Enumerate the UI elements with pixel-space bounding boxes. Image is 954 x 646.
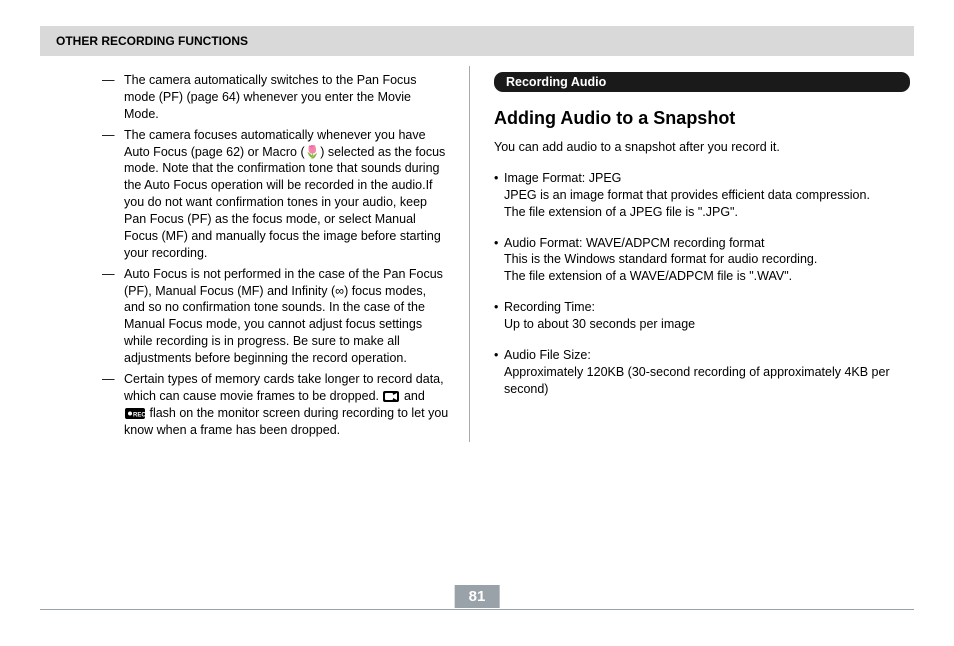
spec-line: Up to about 30 seconds per image bbox=[504, 317, 695, 331]
dash-bullet: — bbox=[102, 72, 124, 123]
manual-page: OTHER RECORDING FUNCTIONS — The camera a… bbox=[0, 0, 954, 646]
spec-line: This is the Windows standard format for … bbox=[504, 252, 817, 266]
subsection-heading: Adding Audio to a Snapshot bbox=[494, 108, 910, 129]
two-column-layout: — The camera automatically switches to t… bbox=[40, 66, 914, 442]
section-title-text: Recording Audio bbox=[506, 75, 606, 89]
spec-body: Audio File Size: Approximately 120KB (30… bbox=[504, 347, 910, 398]
section-header-banner: OTHER RECORDING FUNCTIONS bbox=[40, 26, 914, 56]
note-item: — Certain types of memory cards take lon… bbox=[102, 371, 449, 439]
note-text: Auto Focus is not performed in the case … bbox=[124, 266, 449, 367]
note-text-mid: and bbox=[400, 389, 424, 403]
spec-body: Audio Format: WAVE/ADPCM recording forma… bbox=[504, 235, 910, 286]
bullet-dot: • bbox=[494, 170, 504, 221]
spec-body: Recording Time: Up to about 30 seconds p… bbox=[504, 299, 910, 333]
spec-item: • Audio Format: WAVE/ADPCM recording for… bbox=[494, 235, 910, 286]
note-item: — The camera automatically switches to t… bbox=[102, 72, 449, 123]
spec-title: Audio File Size: bbox=[504, 348, 591, 362]
spec-line: Approximately 120KB (30-second recording… bbox=[504, 365, 890, 396]
bullet-dot: • bbox=[494, 235, 504, 286]
spec-item: • Audio File Size: Approximately 120KB (… bbox=[494, 347, 910, 398]
spec-item: • Image Format: JPEG JPEG is an image fo… bbox=[494, 170, 910, 221]
spec-line: The file extension of a JPEG file is ".J… bbox=[504, 205, 738, 219]
spec-line: JPEG is an image format that provides ef… bbox=[504, 188, 870, 202]
note-item: — The camera focuses automatically whene… bbox=[102, 127, 449, 262]
spec-title: Image Format: JPEG bbox=[504, 171, 621, 185]
dash-bullet: — bbox=[102, 127, 124, 262]
note-item: — Auto Focus is not performed in the cas… bbox=[102, 266, 449, 367]
left-column: — The camera automatically switches to t… bbox=[40, 66, 470, 442]
page-number: 81 bbox=[455, 585, 500, 608]
note-text: The camera automatically switches to the… bbox=[124, 72, 449, 123]
section-header-text: OTHER RECORDING FUNCTIONS bbox=[56, 34, 248, 48]
note-text: The camera focuses automatically wheneve… bbox=[124, 127, 449, 262]
bullet-dot: • bbox=[494, 299, 504, 333]
spec-item: • Recording Time: Up to about 30 seconds… bbox=[494, 299, 910, 333]
section-title-pill: Recording Audio bbox=[494, 72, 910, 92]
dash-bullet: — bbox=[102, 371, 124, 439]
bullet-dot: • bbox=[494, 347, 504, 398]
note-text-post: flash on the monitor screen during recor… bbox=[124, 406, 448, 437]
spec-title: Audio Format: WAVE/ADPCM recording forma… bbox=[504, 236, 765, 250]
footer-rule bbox=[40, 609, 914, 610]
intro-text: You can add audio to a snapshot after yo… bbox=[494, 139, 910, 156]
right-column: Recording Audio Adding Audio to a Snapsh… bbox=[470, 66, 910, 442]
svg-text:REC: REC bbox=[133, 412, 145, 418]
rec-indicator-icon: REC bbox=[125, 408, 145, 419]
note-text: Certain types of memory cards take longe… bbox=[124, 371, 449, 439]
spec-line: The file extension of a WAVE/ADPCM file … bbox=[504, 269, 792, 283]
spec-body: Image Format: JPEG JPEG is an image form… bbox=[504, 170, 910, 221]
movie-camera-icon bbox=[383, 391, 399, 402]
dash-bullet: — bbox=[102, 266, 124, 367]
spec-title: Recording Time: bbox=[504, 300, 595, 314]
